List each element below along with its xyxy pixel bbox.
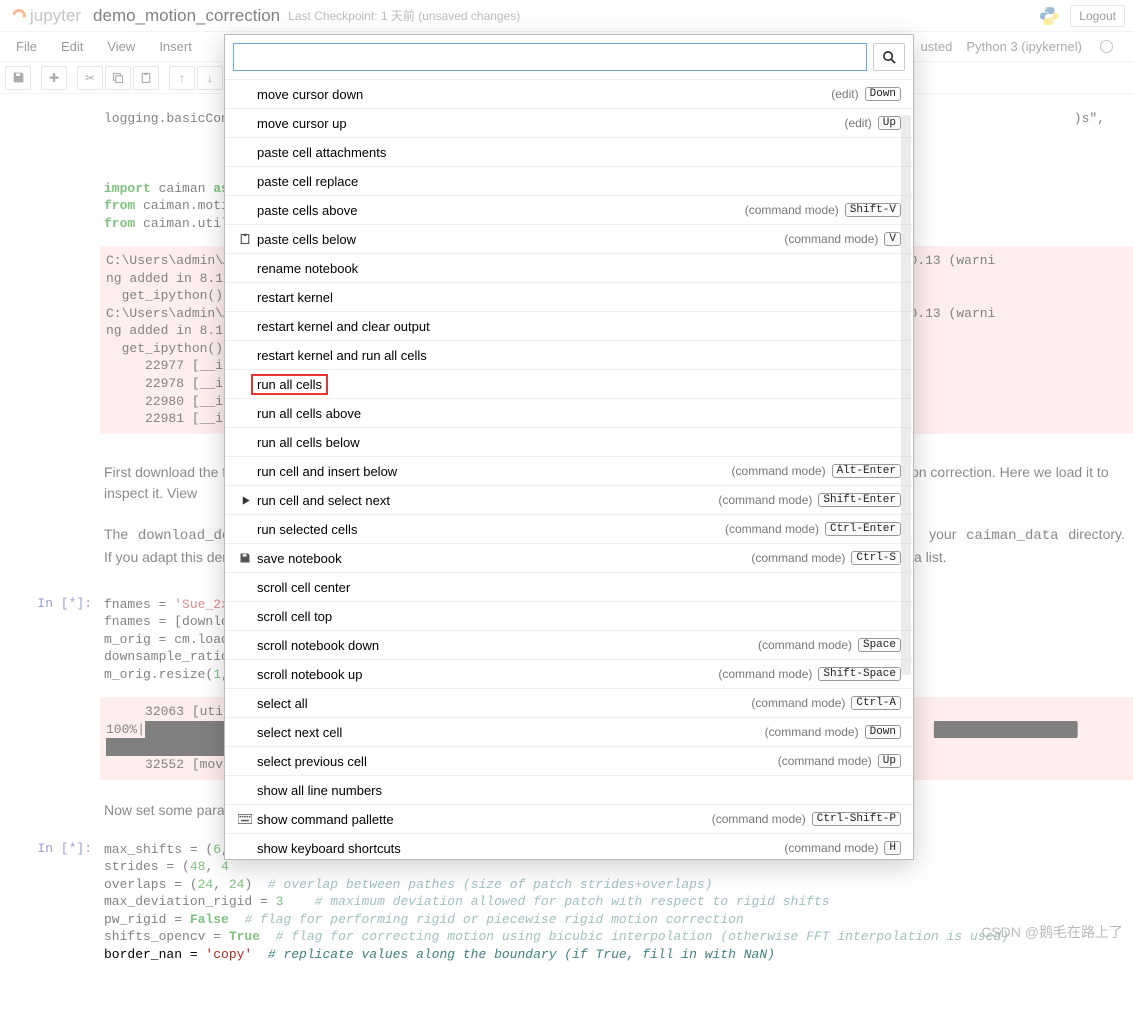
- command-item[interactable]: run cell and insert below(command mode)A…: [225, 457, 913, 486]
- command-shortcut-group: (command mode)Shift-V: [745, 203, 901, 217]
- command-item[interactable]: rename notebook: [225, 254, 913, 283]
- keyboard-shortcut: Shift-Space: [818, 667, 901, 681]
- command-shortcut-group: (command mode)Shift-Enter: [718, 493, 901, 507]
- command-item[interactable]: scroll cell center: [225, 573, 913, 602]
- save-icon: [235, 552, 255, 564]
- command-label: show keyboard shortcuts: [255, 841, 784, 856]
- command-label: scroll cell center: [255, 580, 901, 595]
- command-label: save notebook: [255, 551, 751, 566]
- command-label: move cursor down: [255, 87, 831, 102]
- search-button[interactable]: [873, 43, 905, 71]
- keyboard-shortcut: Ctrl-S: [851, 551, 901, 565]
- command-label: paste cell replace: [255, 174, 901, 189]
- command-label: restart kernel: [255, 290, 901, 305]
- command-label: paste cells above: [255, 203, 745, 218]
- command-label: scroll cell top: [255, 609, 901, 624]
- command-label: run selected cells: [255, 522, 725, 537]
- command-item[interactable]: paste cell replace: [225, 167, 913, 196]
- play-icon: [235, 495, 255, 506]
- command-label: select next cell: [255, 725, 765, 740]
- keyboard-shortcut: Ctrl-Shift-P: [812, 812, 901, 826]
- command-item[interactable]: restart kernel: [225, 283, 913, 312]
- command-label: paste cell attachments: [255, 145, 901, 160]
- command-palette: move cursor down(edit)Downmove cursor up…: [224, 34, 914, 860]
- command-shortcut-group: (edit)Down: [831, 87, 901, 101]
- command-item[interactable]: restart kernel and run all cells: [225, 341, 913, 370]
- keyboard-shortcut: Alt-Enter: [832, 464, 901, 478]
- command-item[interactable]: select all(command mode)Ctrl-A: [225, 689, 913, 718]
- command-label: scroll notebook up: [255, 667, 718, 682]
- command-list[interactable]: move cursor down(edit)Downmove cursor up…: [225, 79, 913, 859]
- command-shortcut-group: (command mode)Alt-Enter: [732, 464, 901, 478]
- command-shortcut-group: (command mode)Ctrl-A: [751, 696, 901, 710]
- command-item[interactable]: run all cells below: [225, 428, 913, 457]
- command-label: run cell and select next: [255, 493, 718, 508]
- command-label: run all cells below: [255, 435, 901, 450]
- command-shortcut-group: (command mode)Space: [758, 638, 901, 652]
- command-label: run cell and insert below: [255, 464, 732, 479]
- scrollbar[interactable]: [901, 115, 911, 675]
- command-shortcut-group: (command mode)H: [784, 841, 901, 855]
- command-label: rename notebook: [255, 261, 901, 276]
- command-shortcut-group: (command mode)V: [784, 232, 901, 246]
- command-item[interactable]: scroll notebook up(command mode)Shift-Sp…: [225, 660, 913, 689]
- keyboard-shortcut: Ctrl-A: [851, 696, 901, 710]
- command-label: run all cells: [255, 377, 901, 392]
- command-shortcut-group: (command mode)Ctrl-Enter: [725, 522, 901, 536]
- keyboard-shortcut: Up: [878, 754, 901, 768]
- keyboard-shortcut: Down: [865, 87, 901, 101]
- command-shortcut-group: (command mode)Ctrl-Shift-P: [712, 812, 901, 826]
- command-item[interactable]: run all cells above: [225, 399, 913, 428]
- search-icon: [882, 50, 897, 65]
- command-item[interactable]: run cell and select next(command mode)Sh…: [225, 486, 913, 515]
- keyboard-shortcut: Space: [858, 638, 901, 652]
- command-shortcut-group: (command mode)Shift-Space: [718, 667, 901, 681]
- command-label: paste cells below: [255, 232, 784, 247]
- command-label: restart kernel and clear output: [255, 319, 901, 334]
- command-item[interactable]: select previous cell(command mode)Up: [225, 747, 913, 776]
- command-item[interactable]: scroll cell top: [225, 602, 913, 631]
- command-item[interactable]: select next cell(command mode)Down: [225, 718, 913, 747]
- command-label: move cursor up: [255, 116, 844, 131]
- keyboard-shortcut: V: [884, 232, 901, 246]
- command-item[interactable]: show command pallette(command mode)Ctrl-…: [225, 805, 913, 834]
- command-label: show command pallette: [255, 812, 712, 827]
- command-item[interactable]: show keyboard shortcuts(command mode)H: [225, 834, 913, 859]
- command-shortcut-group: (edit)Up: [844, 116, 901, 130]
- command-item[interactable]: run all cells: [225, 370, 913, 399]
- command-item[interactable]: save notebook(command mode)Ctrl-S: [225, 544, 913, 573]
- command-item[interactable]: move cursor up(edit)Up: [225, 109, 913, 138]
- keyboard-shortcut: Shift-Enter: [818, 493, 901, 507]
- command-label: run all cells above: [255, 406, 901, 421]
- command-item[interactable]: run selected cells(command mode)Ctrl-Ent…: [225, 515, 913, 544]
- command-label: restart kernel and run all cells: [255, 348, 901, 363]
- command-item[interactable]: paste cell attachments: [225, 138, 913, 167]
- command-item[interactable]: move cursor down(edit)Down: [225, 80, 913, 109]
- command-item[interactable]: restart kernel and clear output: [225, 312, 913, 341]
- command-item[interactable]: show all line numbers: [225, 776, 913, 805]
- command-label: select previous cell: [255, 754, 778, 769]
- keyboard-shortcut: H: [884, 841, 901, 855]
- paste-icon: [235, 233, 255, 245]
- keyboard-icon: [235, 814, 255, 824]
- command-shortcut-group: (command mode)Ctrl-S: [751, 551, 901, 565]
- command-label: scroll notebook down: [255, 638, 758, 653]
- command-label: select all: [255, 696, 751, 711]
- keyboard-shortcut: Shift-V: [845, 203, 901, 217]
- command-shortcut-group: (command mode)Up: [778, 754, 901, 768]
- command-shortcut-group: (command mode)Down: [765, 725, 901, 739]
- keyboard-shortcut: Down: [865, 725, 901, 739]
- command-item[interactable]: scroll notebook down(command mode)Space: [225, 631, 913, 660]
- command-item[interactable]: paste cells above(command mode)Shift-V: [225, 196, 913, 225]
- keyboard-shortcut: Ctrl-Enter: [825, 522, 901, 536]
- keyboard-shortcut: Up: [878, 116, 901, 130]
- watermark: CSDN @鹅毛在路上了: [981, 922, 1123, 942]
- command-search-input[interactable]: [233, 43, 867, 71]
- command-item[interactable]: paste cells below(command mode)V: [225, 225, 913, 254]
- command-label: show all line numbers: [255, 783, 901, 798]
